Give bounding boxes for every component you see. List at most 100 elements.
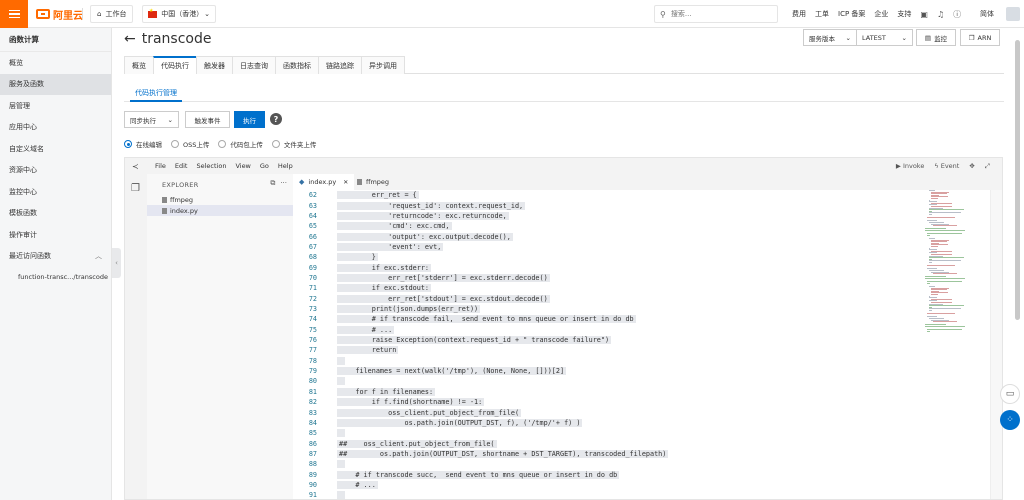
sidebar-item-resource-center[interactable]: 资源中心 bbox=[0, 160, 111, 182]
menu-file[interactable]: File bbox=[155, 162, 166, 170]
editor-scrollbar[interactable] bbox=[990, 190, 1002, 499]
nav-ticket[interactable]: 工单 bbox=[815, 9, 829, 19]
menu-icon[interactable] bbox=[0, 0, 28, 28]
tab-overview[interactable]: 概览 bbox=[124, 56, 154, 74]
vscode-icon: ≺ bbox=[132, 161, 139, 171]
tab-async[interactable]: 异步调用 bbox=[361, 56, 405, 74]
menu-view[interactable]: View bbox=[235, 162, 250, 170]
top-nav-links: 费用 工单 ICP 备案 企业 支持 ▣ ♫ ⓘ bbox=[792, 0, 961, 28]
help-circle-icon[interactable]: ⓘ bbox=[953, 9, 961, 20]
nav-enterprise[interactable]: 企业 bbox=[874, 9, 888, 19]
code-text bbox=[337, 356, 346, 365]
editor-tab-index-py[interactable]: ◆ index.py ✕ bbox=[293, 174, 355, 190]
page-scrollbar[interactable] bbox=[1015, 40, 1020, 320]
expand-icon[interactable]: ⤢ bbox=[985, 162, 990, 171]
code-line: 64 'returncode': exc.returncode, bbox=[293, 211, 923, 221]
code-text: filenames = next(walk('/tmp'), (None, No… bbox=[337, 367, 567, 376]
nav-support[interactable]: 支持 bbox=[897, 9, 911, 19]
code-text bbox=[337, 429, 346, 438]
tab-metrics[interactable]: 函数指标 bbox=[275, 56, 319, 74]
line-number: 86 bbox=[308, 439, 317, 448]
image-icon[interactable]: ▣ bbox=[920, 10, 928, 19]
search-box[interactable]: ⚲ bbox=[654, 5, 778, 23]
line-number: 63 bbox=[308, 201, 317, 210]
radio-package-upload[interactable]: 代码包上传 bbox=[218, 139, 263, 149]
chat-icon[interactable]: ▭ bbox=[1000, 384, 1020, 404]
tab-triggers[interactable]: 触发器 bbox=[196, 56, 233, 74]
code-line: 76 raise Exception(context.request_id + … bbox=[293, 335, 923, 345]
radio-online-edit[interactable]: 在线编辑 bbox=[124, 139, 162, 149]
sidebar-item-custom-domain[interactable]: 自定义域名 bbox=[0, 138, 111, 160]
bell-icon[interactable]: ♫ bbox=[937, 10, 944, 19]
code-line: 67 'event': evt, bbox=[293, 242, 923, 252]
question-icon[interactable]: ? bbox=[270, 113, 282, 125]
file-ffmpeg[interactable]: ffmpeg bbox=[162, 194, 193, 205]
arn-button[interactable]: ❐ ARN bbox=[960, 29, 1000, 46]
code-line: 66 'output': exc.output.decode(), bbox=[293, 231, 923, 241]
line-number: 62 bbox=[308, 191, 317, 200]
apps-icon[interactable]: ⁘ bbox=[1000, 410, 1020, 430]
menu-go[interactable]: Go bbox=[260, 162, 269, 170]
code-editor[interactable]: 62 err_ret = {63 'request_id': context.r… bbox=[293, 190, 923, 499]
sidebar-item-label: 监控中心 bbox=[9, 187, 37, 196]
radio-dot bbox=[218, 140, 227, 148]
sidebar-collapse-handle[interactable]: ‹ bbox=[112, 248, 121, 278]
sidebar-item-monitor-center[interactable]: 监控中心 bbox=[0, 181, 111, 203]
move-icon[interactable]: ✥ bbox=[969, 162, 974, 170]
execute-button[interactable]: 执行 bbox=[234, 111, 265, 128]
radio-folder-upload[interactable]: 文件夹上传 bbox=[271, 139, 316, 149]
sidebar-item-recent[interactable]: 最近访问函数 ︿ bbox=[0, 246, 111, 268]
tab-tracing[interactable]: 链路追踪 bbox=[318, 56, 362, 74]
sidebar-item-layers[interactable]: 层管理 bbox=[0, 95, 111, 117]
subtab-code-management[interactable]: 代码执行管理 bbox=[130, 86, 182, 102]
radio-dot bbox=[271, 140, 280, 148]
recent-function-link[interactable]: function-transc.../transcode bbox=[0, 267, 111, 287]
nav-billing[interactable]: 费用 bbox=[792, 9, 806, 19]
code-text: if exc.stderr: bbox=[337, 263, 432, 272]
workbench-button[interactable]: ⌂ 工作台 bbox=[90, 5, 134, 23]
collapse-all-icon[interactable]: ⧉ bbox=[270, 179, 275, 188]
menu-selection[interactable]: Selection bbox=[196, 162, 226, 170]
code-line: 77 return bbox=[293, 345, 923, 355]
sidebar-item-services[interactable]: 服务及函数 bbox=[0, 73, 111, 95]
sidebar-item-overview[interactable]: 概览 bbox=[0, 52, 111, 74]
more-icon[interactable]: ··· bbox=[280, 179, 287, 188]
sidebar-item-app-center[interactable]: 应用中心 bbox=[0, 117, 111, 139]
avatar[interactable] bbox=[1006, 7, 1020, 21]
chevron-left-icon: ‹ bbox=[115, 259, 118, 267]
menu-help[interactable]: Help bbox=[278, 162, 293, 170]
minimap-line bbox=[927, 233, 963, 235]
editor-tab-ffmpeg[interactable]: ffmpeg bbox=[351, 174, 395, 190]
back-arrow-icon[interactable]: ← bbox=[124, 32, 136, 46]
search-input[interactable] bbox=[670, 10, 771, 18]
code-line: 70 err_ret['stderr'] = exc.stderr.decode… bbox=[293, 273, 923, 283]
code-text: print(json.dumps(err_ret)) bbox=[337, 305, 481, 314]
radio-dot bbox=[171, 140, 179, 148]
menu-edit[interactable]: Edit bbox=[175, 162, 188, 170]
code-text bbox=[337, 491, 346, 499]
search-icon: ⚲ bbox=[660, 9, 666, 19]
invoke-button[interactable]: ▶ Invoke bbox=[896, 162, 924, 170]
file-index-py[interactable]: index.py bbox=[147, 205, 293, 216]
code-minimap[interactable] bbox=[925, 190, 985, 340]
minimap-line bbox=[929, 214, 933, 215]
region-select[interactable]: 中国（香港） ⌄ bbox=[142, 5, 216, 23]
invoke-mode-select[interactable]: 同步执行 ⌄ bbox=[124, 111, 179, 128]
tab-logs[interactable]: 日志查询 bbox=[232, 56, 276, 74]
minimap-line bbox=[929, 310, 933, 311]
event-button[interactable]: ϟ Event bbox=[934, 162, 959, 170]
trigger-event-button[interactable]: 触发事件 bbox=[185, 111, 230, 128]
sidebar-item-audit[interactable]: 操作审计 bbox=[0, 224, 111, 246]
tab-code-execution[interactable]: 代码执行 bbox=[153, 56, 197, 74]
files-icon[interactable]: ❐ bbox=[131, 183, 140, 194]
language-switch[interactable]: 简体 bbox=[980, 0, 994, 28]
monitor-button[interactable]: ▤ 监控 bbox=[916, 29, 956, 46]
version-type-select[interactable]: 服务版本 ⌄ bbox=[803, 29, 857, 46]
radio-oss-upload[interactable]: OSS上传 bbox=[171, 139, 209, 149]
version-value-select[interactable]: LATEST ⌄ bbox=[856, 29, 913, 46]
nav-icp[interactable]: ICP 备案 bbox=[838, 9, 865, 19]
code-line: 62 err_ret = { bbox=[293, 190, 923, 200]
aliyun-logo[interactable]: 阿里云 bbox=[36, 7, 83, 22]
sidebar-item-template-functions[interactable]: 模板函数 bbox=[0, 203, 111, 225]
close-icon[interactable]: ✕ bbox=[343, 179, 348, 186]
